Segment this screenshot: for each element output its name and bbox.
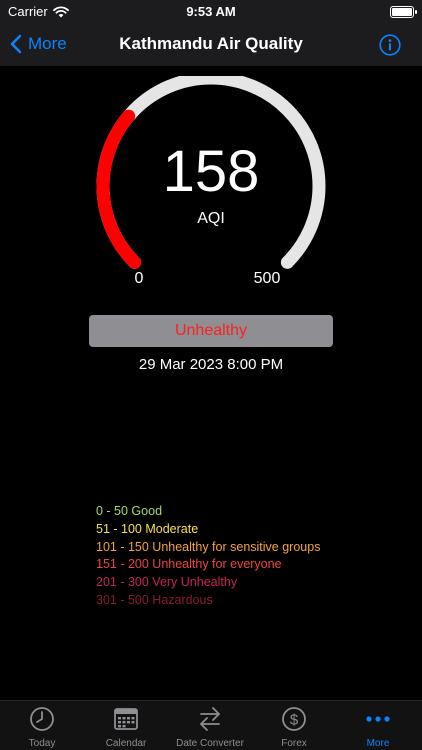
tab-calendar-label: Calendar bbox=[105, 738, 147, 749]
tab-calendar[interactable]: Calendar bbox=[84, 705, 168, 749]
tab-today[interactable]: Today bbox=[0, 705, 84, 749]
tab-more[interactable]: More bbox=[336, 705, 420, 749]
battery-icon bbox=[390, 6, 417, 18]
aqi-unit-label: AQI bbox=[197, 210, 225, 227]
navigation-bar: More Kathmandu Air Quality bbox=[0, 24, 422, 66]
aqi-status-badge: Unhealthy bbox=[89, 315, 333, 347]
gauge-max-label: 500 bbox=[253, 270, 281, 287]
legend-item-hazardous: 301 - 500 Hazardous bbox=[96, 592, 213, 607]
reading-timestamp: 29 Mar 2023 8:00 PM bbox=[138, 356, 284, 373]
calendar-icon bbox=[114, 708, 138, 730]
status-time: 9:53 AM bbox=[186, 4, 236, 19]
tab-forex-label: Forex bbox=[281, 738, 307, 749]
tab-more-label: More bbox=[366, 738, 390, 749]
dollar-circle-icon: $ bbox=[282, 707, 306, 731]
more-dots-icon bbox=[366, 716, 390, 722]
page-title: Kathmandu Air Quality bbox=[119, 34, 303, 53]
legend-item-unhealthy: 151 - 200 Unhealthy for everyone bbox=[96, 557, 282, 572]
tab-bar: Today Calendar Date Converter $ Forex Mo… bbox=[0, 700, 422, 750]
info-circle-icon[interactable] bbox=[379, 34, 401, 56]
legend-item-sensitive: 101 - 150 Unhealthy for sensitive groups bbox=[96, 539, 321, 554]
arrows-swap-icon bbox=[200, 707, 220, 731]
gauge-min-label: 0 bbox=[134, 270, 144, 287]
legend-item-very-unhealthy: 201 - 300 Very Unhealthy bbox=[96, 575, 238, 590]
legend-item-moderate: 51 - 100 Moderate bbox=[96, 521, 199, 536]
legend-item-good: 0 - 50 Good bbox=[96, 504, 163, 518]
tab-forex[interactable]: $ Forex bbox=[252, 705, 336, 749]
aqi-legend: 0 - 50 Good 51 - 100 Moderate 101 - 150 … bbox=[96, 503, 396, 610]
status-bar: Carrier 9:53 AM bbox=[0, 0, 422, 24]
aqi-value: 158 bbox=[162, 139, 260, 204]
clock-icon bbox=[30, 707, 54, 731]
tab-date-converter-label: Date Converter bbox=[176, 738, 244, 749]
svg-text:$: $ bbox=[290, 712, 299, 729]
tab-today-label: Today bbox=[28, 738, 56, 749]
tab-date-converter[interactable]: Date Converter bbox=[168, 705, 252, 749]
battery-fill bbox=[392, 8, 412, 16]
